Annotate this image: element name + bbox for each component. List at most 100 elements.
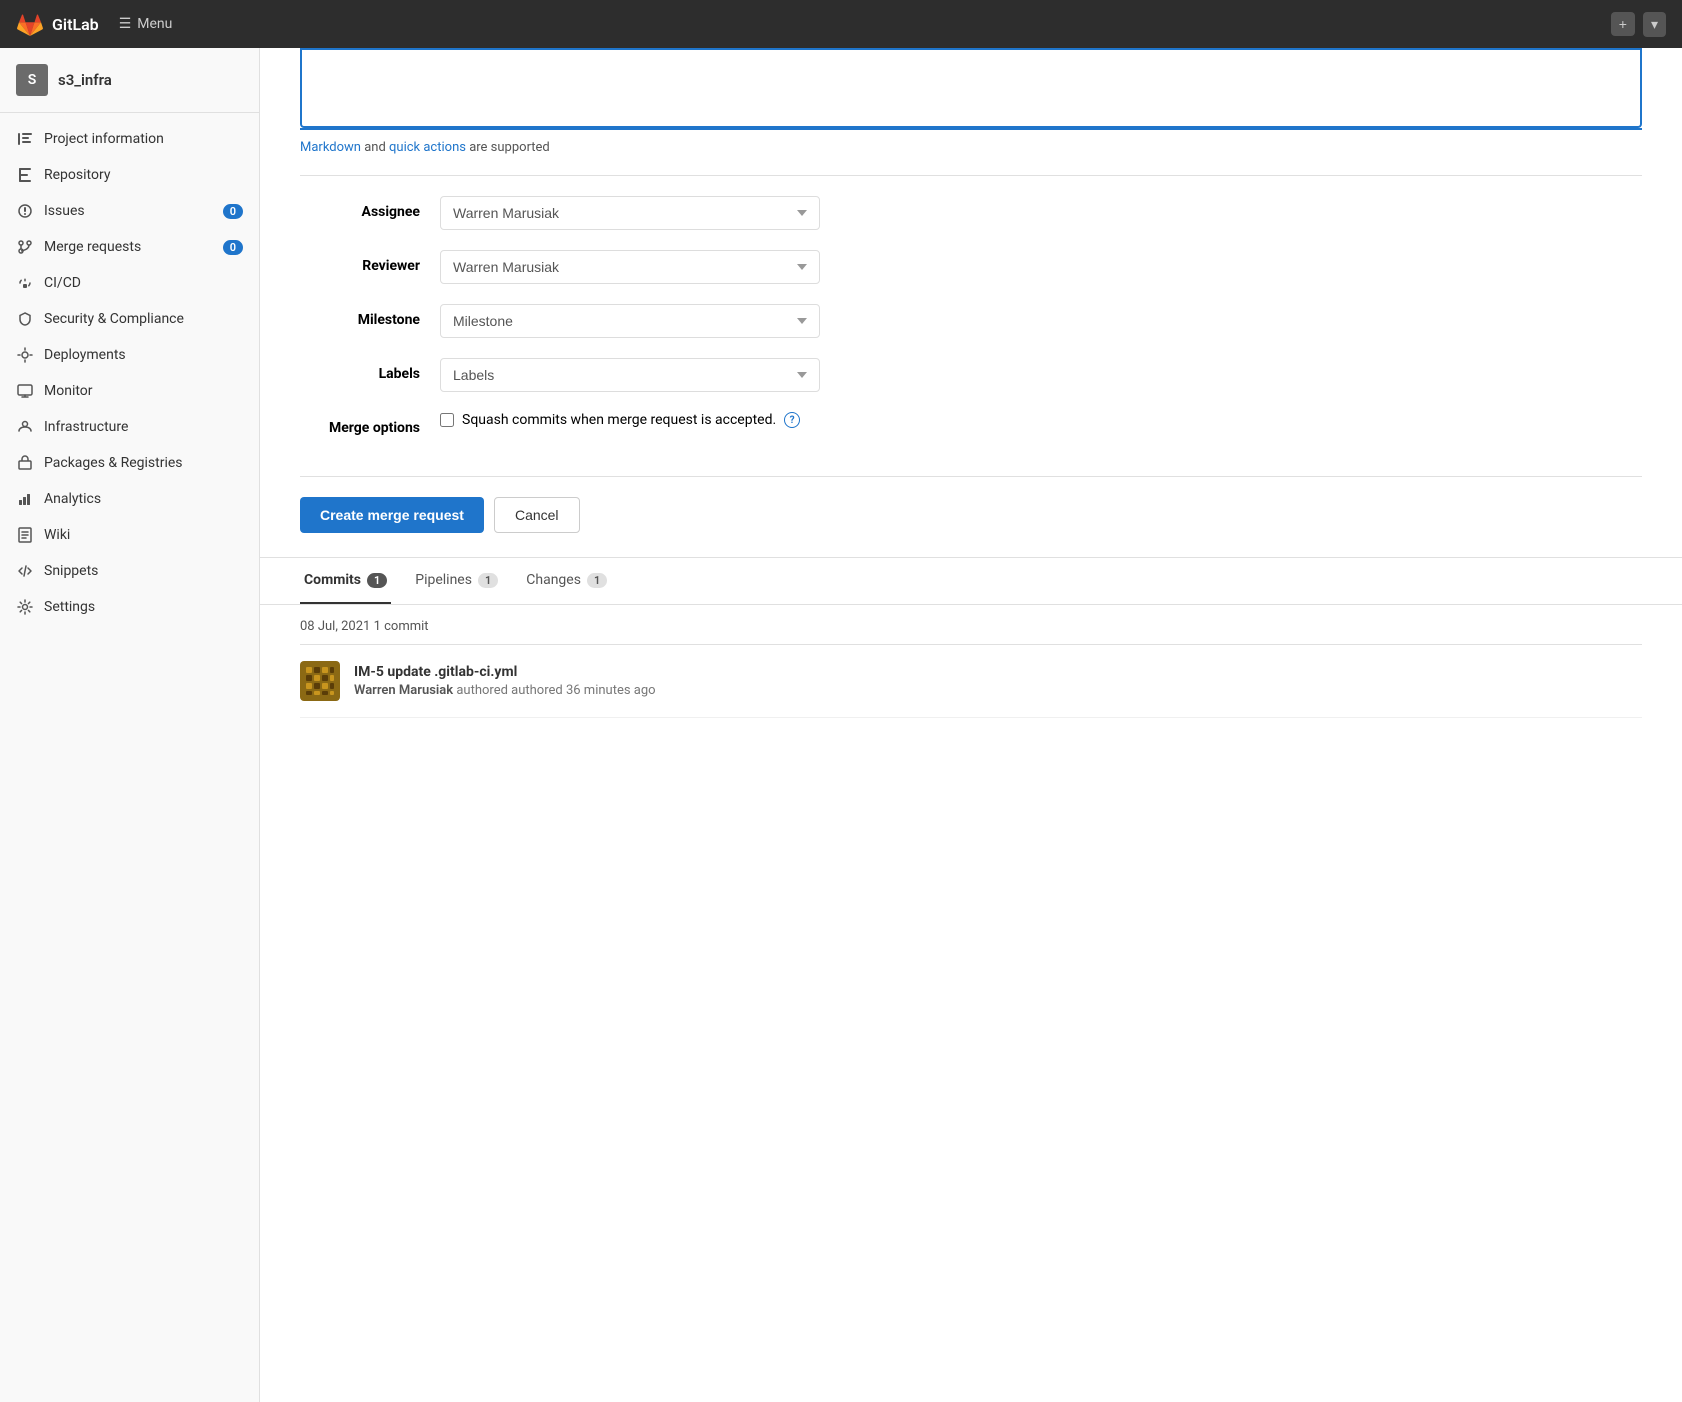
commit-author: Warren Marusiak: [354, 683, 453, 698]
sidebar-label-project-information: Project information: [44, 131, 243, 147]
tab-commits-label: Commits: [304, 572, 361, 588]
labels-select[interactable]: Labels: [440, 358, 820, 392]
sidebar-item-cicd[interactable]: CI/CD: [0, 265, 259, 301]
sidebar-item-merge-requests[interactable]: Merge requests 0: [0, 229, 259, 265]
merge-requests-badge: 0: [223, 240, 243, 255]
milestone-control: Milestone: [440, 304, 820, 338]
sidebar-item-settings[interactable]: Settings: [0, 589, 259, 625]
sidebar-item-infrastructure[interactable]: Infrastructure: [0, 409, 259, 445]
reviewer-select[interactable]: Warren Marusiak: [440, 250, 820, 284]
tab-commits[interactable]: Commits 1: [300, 558, 391, 604]
gitlab-fox-icon: [16, 10, 44, 38]
sidebar-item-snippets[interactable]: Snippets: [0, 553, 259, 589]
sidebar-nav: Project information Repository Issues 0: [0, 113, 259, 633]
markdown-suffix: are supported: [469, 140, 550, 155]
quick-actions-link[interactable]: quick actions: [389, 140, 466, 155]
sidebar-item-security-compliance[interactable]: Security & Compliance: [0, 301, 259, 337]
commit-author-avatar: [300, 661, 340, 701]
assignee-label: Assignee: [280, 196, 440, 220]
repository-icon: [16, 166, 34, 184]
merge-options-row: Merge options Squash commits when merge …: [260, 412, 1682, 436]
sidebar-item-wiki[interactable]: Wiki: [0, 517, 259, 553]
sidebar-label-analytics: Analytics: [44, 491, 243, 507]
commit-title[interactable]: IM-5 update .gitlab-ci.yml: [354, 664, 1642, 680]
sidebar-item-monitor[interactable]: Monitor: [0, 373, 259, 409]
commit-authored-text: authored: [456, 683, 511, 698]
markdown-link[interactable]: Markdown: [300, 140, 361, 155]
wiki-icon: [16, 526, 34, 544]
sidebar-item-packages-registries[interactable]: Packages & Registries: [0, 445, 259, 481]
issues-badge: 0: [223, 204, 243, 219]
tabs-section: Commits 1 Pipelines 1 Changes 1: [260, 558, 1682, 605]
hamburger-icon: ☰: [119, 16, 132, 32]
labels-row: Labels Labels: [260, 358, 1682, 392]
sidebar-item-issues[interactable]: Issues 0: [0, 193, 259, 229]
tab-pipelines-count: 1: [478, 573, 498, 588]
markdown-textarea[interactable]: [300, 48, 1642, 128]
assignee-select[interactable]: Warren Marusiak: [440, 196, 820, 230]
sidebar-item-analytics[interactable]: Analytics: [0, 481, 259, 517]
sidebar-label-settings: Settings: [44, 599, 243, 615]
chevron-button[interactable]: ▾: [1643, 12, 1666, 37]
milestone-row: Milestone Milestone: [260, 304, 1682, 338]
commits-area: 08 Jul, 2021 1 commit: [260, 605, 1682, 718]
new-button[interactable]: +: [1611, 12, 1635, 36]
cancel-button[interactable]: Cancel: [494, 497, 580, 533]
form-buttons: Create merge request Cancel: [260, 477, 1682, 558]
avatar-pattern-icon: [302, 663, 338, 699]
cicd-icon: [16, 274, 34, 292]
project-header: S s3_infra: [0, 48, 259, 113]
sidebar-label-wiki: Wiki: [44, 527, 243, 543]
sidebar-label-snippets: Snippets: [44, 563, 243, 579]
main-content: Markdown and quick actions are supported…: [260, 48, 1682, 1402]
assignee-row: Assignee Warren Marusiak: [260, 196, 1682, 230]
settings-icon: [16, 598, 34, 616]
sidebar-label-infrastructure: Infrastructure: [44, 419, 243, 435]
project-avatar: S: [16, 64, 48, 96]
sidebar-label-issues: Issues: [44, 203, 213, 219]
labels-label: Labels: [280, 358, 440, 382]
sidebar: S s3_infra Project information Repositor…: [0, 48, 260, 1402]
menu-button[interactable]: ☰ Menu: [119, 16, 173, 32]
commit-time: authored 36 minutes ago: [511, 683, 655, 698]
deployments-icon: [16, 346, 34, 364]
commit-date-header: 08 Jul, 2021 1 commit: [300, 605, 1642, 645]
security-icon: [16, 310, 34, 328]
squash-label: Squash commits when merge request is acc…: [462, 412, 776, 428]
commit-meta: Warren Marusiak authored authored 36 min…: [354, 683, 1642, 698]
packages-icon: [16, 454, 34, 472]
project-name: s3_infra: [58, 71, 112, 89]
tab-pipelines-label: Pipelines: [415, 572, 472, 588]
milestone-label: Milestone: [280, 304, 440, 328]
squash-checkbox[interactable]: [440, 413, 454, 427]
markdown-area-container: Markdown and quick actions are supported: [260, 48, 1682, 175]
sidebar-label-security-compliance: Security & Compliance: [44, 311, 243, 327]
sidebar-label-merge-requests: Merge requests: [44, 239, 213, 255]
reviewer-label: Reviewer: [280, 250, 440, 274]
form-section: Assignee Warren Marusiak Reviewer Warren…: [260, 176, 1682, 476]
merge-request-icon: [16, 238, 34, 256]
reviewer-control: Warren Marusiak: [440, 250, 820, 284]
tab-changes-count: 1: [587, 573, 607, 588]
topnav: GitLab ☰ Menu + ▾: [0, 0, 1682, 48]
commit-item: IM-5 update .gitlab-ci.yml Warren Marusi…: [300, 645, 1642, 718]
sidebar-item-repository[interactable]: Repository: [0, 157, 259, 193]
tab-changes-label: Changes: [526, 572, 581, 588]
sidebar-label-repository: Repository: [44, 167, 243, 183]
gitlab-logo[interactable]: GitLab: [16, 10, 99, 38]
sidebar-item-project-information[interactable]: Project information: [0, 121, 259, 157]
milestone-select[interactable]: Milestone: [440, 304, 820, 338]
sidebar-label-monitor: Monitor: [44, 383, 243, 399]
reviewer-row: Reviewer Warren Marusiak: [260, 250, 1682, 284]
squash-help-icon[interactable]: ?: [784, 412, 800, 428]
assignee-control: Warren Marusiak: [440, 196, 820, 230]
tab-changes[interactable]: Changes 1: [522, 558, 611, 604]
create-merge-request-button[interactable]: Create merge request: [300, 497, 484, 533]
monitor-icon: [16, 382, 34, 400]
commit-info: IM-5 update .gitlab-ci.yml Warren Marusi…: [354, 664, 1642, 698]
analytics-icon: [16, 490, 34, 508]
tab-pipelines[interactable]: Pipelines 1: [411, 558, 502, 604]
sidebar-item-deployments[interactable]: Deployments: [0, 337, 259, 373]
merge-options-label: Merge options: [280, 412, 440, 436]
tab-commits-count: 1: [367, 573, 387, 588]
